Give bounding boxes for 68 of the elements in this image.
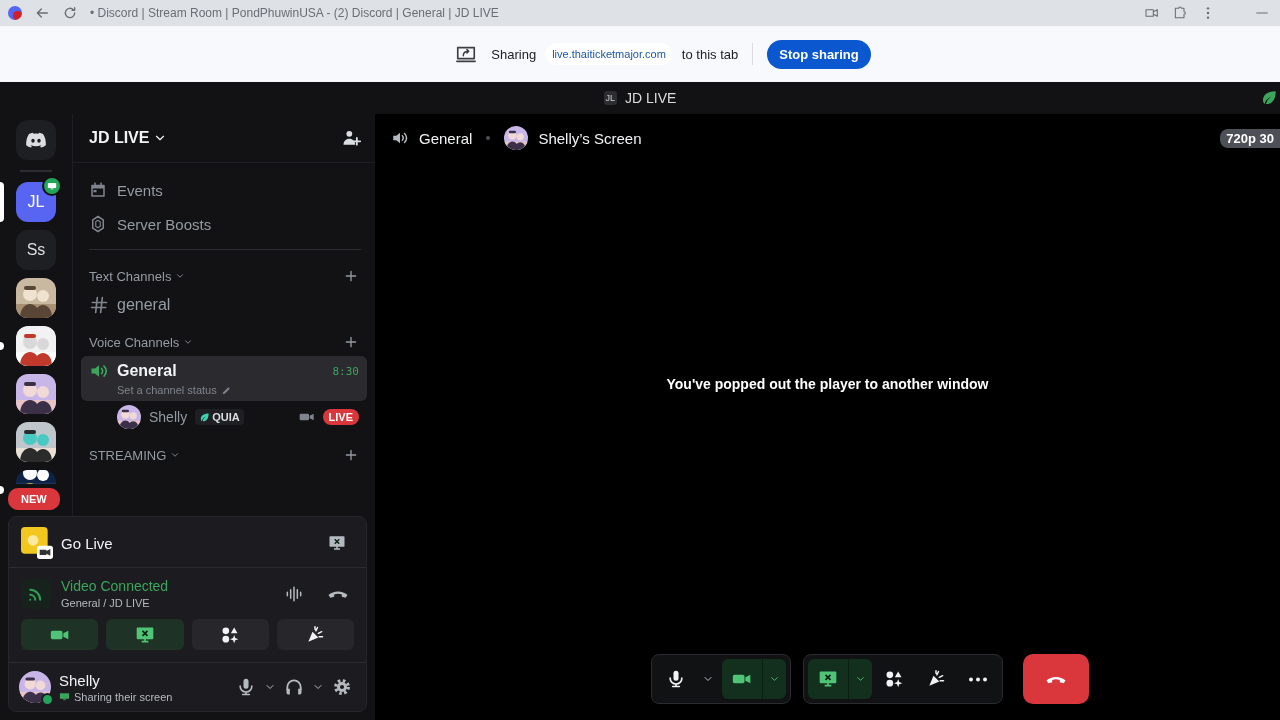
sharing-target: to this tab [681, 46, 739, 62]
user-status: Sharing their screen [74, 690, 173, 703]
user-name: Shelly [59, 671, 101, 689]
settings-icon[interactable] [332, 677, 352, 697]
member-name[interactable]: Shelly [149, 409, 188, 425]
soundboard-icon [305, 624, 326, 645]
stream-quality-badge: 720p 30 [1220, 128, 1280, 148]
pencil-icon[interactable] [220, 384, 232, 396]
stream-title: Shelly’s Screen [538, 129, 642, 147]
voice-channel-name[interactable]: General [419, 129, 473, 147]
back-icon[interactable] [34, 5, 50, 21]
sharing-label: Sharing [491, 46, 537, 62]
add-channel-icon[interactable] [343, 334, 359, 350]
dots-icon [967, 676, 988, 682]
server-item[interactable]: Ss [0, 230, 72, 270]
add-channel-icon[interactable] [343, 447, 359, 463]
server-item[interactable]: NEW [0, 470, 72, 510]
channel-name: general [117, 296, 171, 314]
microphone-icon[interactable] [236, 677, 256, 697]
activities-button[interactable] [191, 619, 269, 650]
boost-icon [89, 215, 107, 233]
extensions-icon[interactable] [1172, 5, 1188, 21]
connection-location[interactable]: General / JD LIVE [61, 597, 169, 609]
channel-row[interactable]: General 8:30 Set a channel status [81, 356, 367, 401]
server-icon[interactable]: Ss [16, 230, 56, 270]
call-duration: 8:30 [332, 364, 359, 378]
leaf-icon[interactable] [1260, 89, 1278, 107]
discord-logo-icon[interactable] [16, 120, 56, 160]
headphones-icon[interactable] [284, 677, 304, 697]
reload-icon[interactable] [62, 5, 78, 21]
sidebar-item[interactable]: Server Boosts [117, 215, 212, 233]
connection-status[interactable]: Video Connected [61, 578, 169, 594]
page-title: • Discord | Stream Room | PondPhuwinUSA - (2) Discord | General | JD LIVE [90, 6, 499, 20]
server-item[interactable]: JL [0, 182, 72, 222]
calendar-icon [89, 181, 107, 199]
invite-icon[interactable] [341, 128, 361, 148]
phone-icon [1045, 674, 1066, 684]
go-live-icon [21, 527, 53, 559]
channel-status[interactable]: Set a channel status [117, 384, 217, 396]
camera-button[interactable] [21, 619, 99, 650]
app-title: JD LIVE [625, 90, 677, 106]
screen-icon [817, 669, 838, 689]
server-name[interactable]: JD LIVE [89, 129, 150, 147]
stop-sharing-button[interactable]: Stop sharing [767, 39, 871, 69]
go-live-title: Go Live [61, 534, 113, 552]
browser-favicon-icon [8, 6, 22, 20]
monitor-icon [59, 691, 70, 702]
leave-call-button[interactable] [1022, 654, 1089, 704]
live-badge: LIVE [322, 409, 359, 425]
online-status-icon [41, 693, 54, 706]
server-icon[interactable]: JL [16, 182, 56, 222]
stop-stream-icon[interactable] [328, 534, 346, 552]
hash-icon [89, 295, 109, 315]
server-badge: JL [603, 91, 618, 105]
shared-site: live.thaiticketmajor.com [546, 43, 672, 65]
sidebar-item[interactable]: Events [117, 181, 163, 199]
category-name[interactable]: Text Channels [89, 268, 172, 284]
channel-row[interactable]: general [81, 290, 367, 320]
category-name[interactable]: Voice Channels [89, 334, 180, 350]
screen-share-button[interactable] [106, 619, 184, 650]
add-channel-icon[interactable] [343, 268, 359, 284]
signal-icon [21, 578, 51, 609]
channel-name: General [117, 362, 177, 380]
new-badge: NEW [6, 486, 62, 512]
popout-message: You've popped out the player to another window [666, 376, 989, 392]
soundboard-button[interactable] [276, 619, 354, 650]
leaf-icon [199, 411, 211, 423]
category-name[interactable]: STREAMING [89, 447, 167, 463]
